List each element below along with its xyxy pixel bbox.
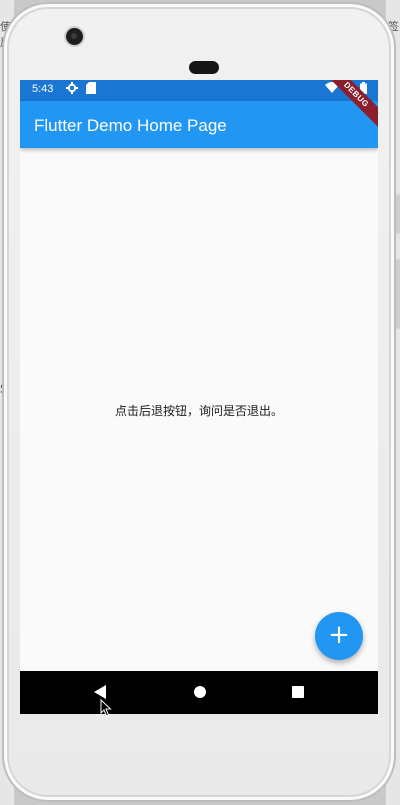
navigation-bar (20, 671, 378, 714)
phone-power-button (396, 194, 400, 234)
floating-action-button[interactable]: + (315, 612, 363, 660)
status-time: 5:43 (32, 83, 54, 95)
recent-apps-icon (292, 686, 304, 698)
app-bar: Flutter Demo Home Page (20, 101, 378, 148)
home-button[interactable] (180, 671, 220, 714)
page-title: Flutter Demo Home Page (34, 116, 227, 135)
front-camera (66, 28, 83, 45)
home-icon (194, 686, 206, 698)
status-bar: 5:43 (20, 80, 378, 101)
body-message: 点击后退按钮，询问是否退出。 (114, 404, 283, 418)
gear-icon (66, 82, 78, 98)
recent-apps-button[interactable] (278, 671, 318, 714)
add-icon: + (328, 620, 350, 650)
earpiece-speaker (189, 61, 219, 74)
sd-card-icon (86, 82, 96, 98)
mouse-cursor-icon (100, 699, 112, 717)
back-icon (94, 685, 106, 699)
device-screen: 5:43 Flutter Demo Home Page DEBUG 点击后退按钮… (20, 80, 378, 714)
phone-volume-button (396, 259, 400, 329)
